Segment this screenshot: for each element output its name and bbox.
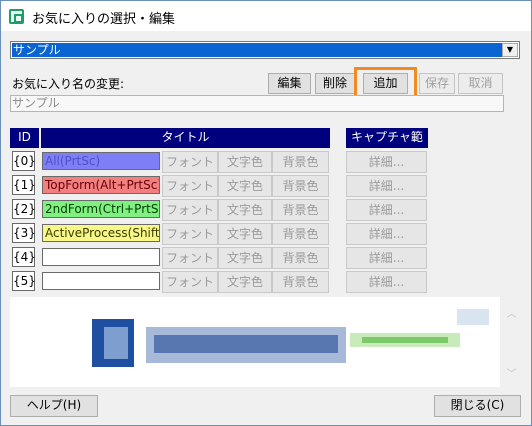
row-id[interactable]: {2} (12, 199, 36, 219)
text-color-button[interactable]: 文字色 (218, 247, 272, 269)
chevron-down-icon[interactable]: ▼ (502, 43, 518, 57)
bg-color-button[interactable]: 背景色 (272, 199, 329, 221)
row-id[interactable]: {0} (12, 151, 36, 171)
text-color-button[interactable]: 文字色 (218, 223, 272, 245)
row-id[interactable]: {4} (12, 247, 36, 267)
text-color-button[interactable]: 文字色 (218, 199, 272, 221)
title-bar: お気に入りの選択・編集 (1, 1, 531, 31)
text-color-button[interactable]: 文字色 (218, 175, 272, 197)
favorites-dropdown[interactable]: サンプル ▼ (10, 41, 520, 59)
row-id[interactable]: {5} (12, 271, 36, 291)
dropdown-selected-value: サンプル (12, 43, 502, 57)
cancel-button[interactable]: 取消 (458, 73, 503, 94)
detail-button[interactable]: 詳細... (346, 199, 427, 221)
app-icon (9, 9, 24, 24)
bg-color-button[interactable]: 背景色 (272, 223, 329, 245)
window-title: お気に入りの選択・編集 (32, 12, 176, 27)
row-title-field[interactable]: All(PrtSc) (42, 152, 160, 170)
title-column-header: タイトル (41, 128, 330, 148)
detail-button[interactable]: 詳細... (346, 223, 427, 245)
close-button[interactable]: 閉じる(C) (434, 395, 521, 417)
scroll-up-icon[interactable]: ︿ (506, 310, 517, 320)
detail-button[interactable]: 詳細... (346, 247, 427, 269)
help-button[interactable]: ヘルプ(H) (10, 395, 98, 417)
bg-color-button[interactable]: 背景色 (272, 271, 329, 293)
favorite-name-field[interactable]: サンプル (10, 95, 504, 112)
preview-area (10, 297, 500, 387)
row-id[interactable]: {1} (12, 175, 36, 195)
detail-button[interactable]: 詳細... (346, 175, 427, 197)
detail-button[interactable]: 詳細... (346, 151, 427, 173)
id-column-header: ID (10, 128, 39, 148)
rename-label: お気に入り名の変更: (12, 77, 125, 91)
capture-column-header: キャプチャ範囲 (346, 128, 428, 162)
row-title-field[interactable]: 2ndForm(Ctrl+PrtSc) (42, 200, 160, 218)
text-color-button[interactable]: 文字色 (218, 151, 272, 173)
scroll-down-icon[interactable]: ﹀ (506, 370, 517, 380)
font-button[interactable]: フォント (162, 223, 218, 245)
preview-image (92, 309, 489, 367)
edit-button[interactable]: 編集 (268, 73, 311, 94)
dialog-window: お気に入りの選択・編集 サンプル ▼ お気に入り名の変更: 編集 削除 追加 保… (0, 0, 532, 426)
text-color-button[interactable]: 文字色 (218, 271, 272, 293)
font-button[interactable]: フォント (162, 247, 218, 269)
row-title-field[interactable] (42, 272, 160, 290)
row-title-field[interactable] (42, 248, 160, 266)
delete-button[interactable]: 削除 (315, 73, 355, 94)
bg-color-button[interactable]: 背景色 (272, 247, 329, 269)
font-button[interactable]: フォント (162, 151, 218, 173)
bg-color-button[interactable]: 背景色 (272, 151, 329, 173)
save-button[interactable]: 保存 (419, 73, 455, 94)
row-title-field[interactable]: ActiveProcess(Shift+PrtSc) (42, 224, 160, 242)
row-title-field[interactable]: TopForm(Alt+PrtSc) (42, 176, 160, 194)
preview-scrollbar[interactable]: ︿ ﹀ (503, 306, 520, 384)
font-button[interactable]: フォント (162, 271, 218, 293)
bg-color-button[interactable]: 背景色 (272, 175, 329, 197)
font-button[interactable]: フォント (162, 199, 218, 221)
detail-button[interactable]: 詳細... (346, 271, 427, 293)
row-id[interactable]: {3} (12, 223, 36, 243)
font-button[interactable]: フォント (162, 175, 218, 197)
